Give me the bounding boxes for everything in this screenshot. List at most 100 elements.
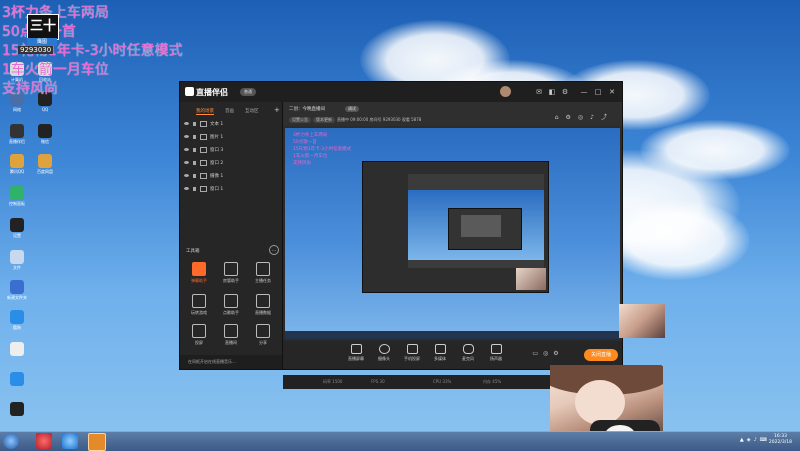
stream-logo: 三十 (27, 14, 59, 40)
tool-tasks[interactable]: 主播任务 (248, 260, 278, 286)
chart-icon (256, 294, 270, 308)
minimize-button[interactable]: — (580, 88, 588, 96)
scene-item[interactable]: 窗口 1 (184, 185, 278, 195)
left-panel: 我的场景 音画 互动区 + 文本 1 图片 1 窗口 3 窗口 2 摄像 1 窗… (180, 102, 283, 369)
stream-preview[interactable]: 3杯力条上车两局 50点歌一首 15礼物1年卡-3小时任意模式 1车火箭一月车位… (285, 128, 620, 339)
lock-icon[interactable] (193, 147, 196, 152)
visibility-icon[interactable] (184, 161, 189, 164)
message-icon[interactable]: ✉ (535, 88, 543, 96)
camera-button[interactable]: 摄像头 (371, 344, 397, 362)
scene-item[interactable]: 窗口 2 (184, 159, 278, 169)
taskbar: ▲◈♪⌨ 16:33 2022/3/18 (0, 431, 800, 451)
avatar[interactable] (500, 86, 511, 97)
room-info-bar: 二创：今晚直播间 调试 设置公告 版本更新 直播中 09:00:00 房间号 929… (283, 102, 622, 126)
toolbox-more-button[interactable]: … (269, 245, 279, 255)
skin-icon[interactable]: ◧ (548, 88, 556, 96)
lock-icon[interactable] (193, 173, 196, 178)
visibility-icon[interactable] (184, 187, 189, 190)
visibility-icon[interactable] (184, 135, 189, 138)
tool-danmaku[interactable]: 弹幕助手 (184, 260, 214, 286)
overlay-text: 支持风尚 (2, 81, 58, 97)
view-icons[interactable]: ▭◎⚙ (523, 350, 573, 357)
tool-games[interactable]: 玩转游戏 (184, 292, 214, 318)
lock-icon[interactable] (193, 121, 196, 126)
ie-taskbar-icon[interactable] (62, 433, 78, 449)
tool-room[interactable]: 直播间 (216, 322, 246, 348)
desktop-icon[interactable]: 控制面板 (2, 186, 32, 206)
nested-preview-window (461, 215, 501, 237)
phone-cast-button[interactable]: 手机投屏 (399, 344, 425, 362)
update-chip[interactable]: 版本更新 (313, 117, 335, 123)
speaker-button[interactable]: 扬声器 (483, 344, 509, 362)
start-button[interactable] (3, 433, 19, 449)
tab-audio-video[interactable]: 音画 (225, 108, 234, 114)
room-title[interactable]: 二创：今晚直播间 (289, 106, 325, 112)
toolbox-title: 工具箱 (186, 249, 200, 254)
tool-share[interactable]: 分享 (248, 322, 278, 348)
nested-preview-window (448, 208, 522, 250)
desktop-icon[interactable]: 百度网盘 (30, 154, 60, 174)
desktop-icon[interactable]: 微信 (30, 124, 60, 144)
tool-data[interactable]: 直播数据 (248, 292, 278, 318)
desktop-icon[interactable]: 腾讯QQ (2, 154, 32, 174)
maximize-button[interactable]: □ (594, 88, 602, 96)
system-tray[interactable]: ▲◈♪⌨ (740, 437, 770, 443)
phone-icon (406, 344, 418, 354)
status-fps: FPS 30 (371, 379, 385, 384)
title-bar[interactable]: 直播伴侣 普通 ✉ ◧ ⚙ — □ ✕ (180, 82, 622, 102)
scene-item[interactable]: 摄像 1 (184, 172, 278, 182)
desktop-icon[interactable] (2, 402, 32, 417)
desktop-icon[interactable]: 新建文件夹 (2, 280, 32, 300)
media-button[interactable]: 多媒体 (427, 344, 453, 362)
screen-icon (192, 324, 206, 338)
document-icon (10, 250, 24, 264)
tab-interaction[interactable]: 互动区 (245, 108, 259, 114)
room-tag[interactable]: 调试 (345, 106, 359, 112)
screen-capture-button[interactable]: 直播屏幕 (343, 344, 369, 362)
lock-icon[interactable] (193, 134, 196, 139)
folder-icon (38, 154, 52, 168)
scene-item[interactable]: 文本 1 (184, 120, 278, 130)
speaker-icon (490, 344, 502, 354)
microphone-button[interactable]: 麦克风 (455, 344, 481, 362)
go-live-button[interactable]: 关闭直播 (584, 349, 618, 361)
lock-icon[interactable] (193, 186, 196, 191)
wechat-icon (38, 124, 52, 138)
desktop-icon[interactable]: 酷狗 (2, 310, 32, 330)
desktop-icon[interactable]: 文件 (2, 250, 32, 270)
scene-item[interactable]: 窗口 3 (184, 146, 278, 156)
file-icon (10, 342, 24, 356)
announcement-chip[interactable]: 设置公告 (289, 117, 311, 123)
nested-canvas (408, 174, 544, 268)
overlay-text: 1车火箭一月车位 (2, 62, 109, 78)
add-scene-button[interactable]: + (274, 106, 280, 114)
desktop-icon[interactable]: 设置 (2, 218, 32, 238)
clock[interactable]: 16:33 2022/3/18 (769, 434, 792, 446)
visibility-icon[interactable] (184, 174, 189, 177)
app-icon (10, 372, 24, 386)
visibility-icon[interactable] (184, 148, 189, 151)
status-memory: 内存 45% (483, 379, 502, 384)
tool-cast[interactable]: 投屏 (184, 322, 214, 348)
app-icon (10, 280, 24, 294)
notice-bar[interactable]: 在同框开启在线直播音乐... (180, 355, 282, 369)
scene-item[interactable]: 图片 1 (184, 133, 278, 143)
live-app-taskbar-icon[interactable] (88, 433, 106, 451)
music-icon (10, 402, 24, 416)
preview-taskbar (285, 331, 620, 339)
tab-scenes[interactable]: 我的场景 (196, 108, 214, 115)
version-badge[interactable]: 普通 (240, 88, 256, 96)
task-icon (256, 262, 270, 276)
desktop-icon[interactable] (2, 372, 32, 387)
lock-icon[interactable] (193, 160, 196, 165)
settings-icon[interactable]: ⚙ (561, 88, 569, 96)
close-button[interactable]: ✕ (608, 88, 616, 96)
tool-song[interactable]: 点歌助手 (216, 292, 246, 318)
toolbar-icons[interactable]: ⌂⚙◎♪⤴ (555, 112, 614, 121)
desktop-icon[interactable] (2, 342, 32, 357)
visibility-icon[interactable] (184, 122, 189, 125)
desktop-icon[interactable]: 直播伴侣 (2, 124, 32, 144)
tool-room-admin[interactable]: 房管助手 (216, 260, 246, 286)
status-cpu: CPU 33% (433, 379, 452, 384)
browser-taskbar-icon[interactable] (36, 433, 52, 449)
